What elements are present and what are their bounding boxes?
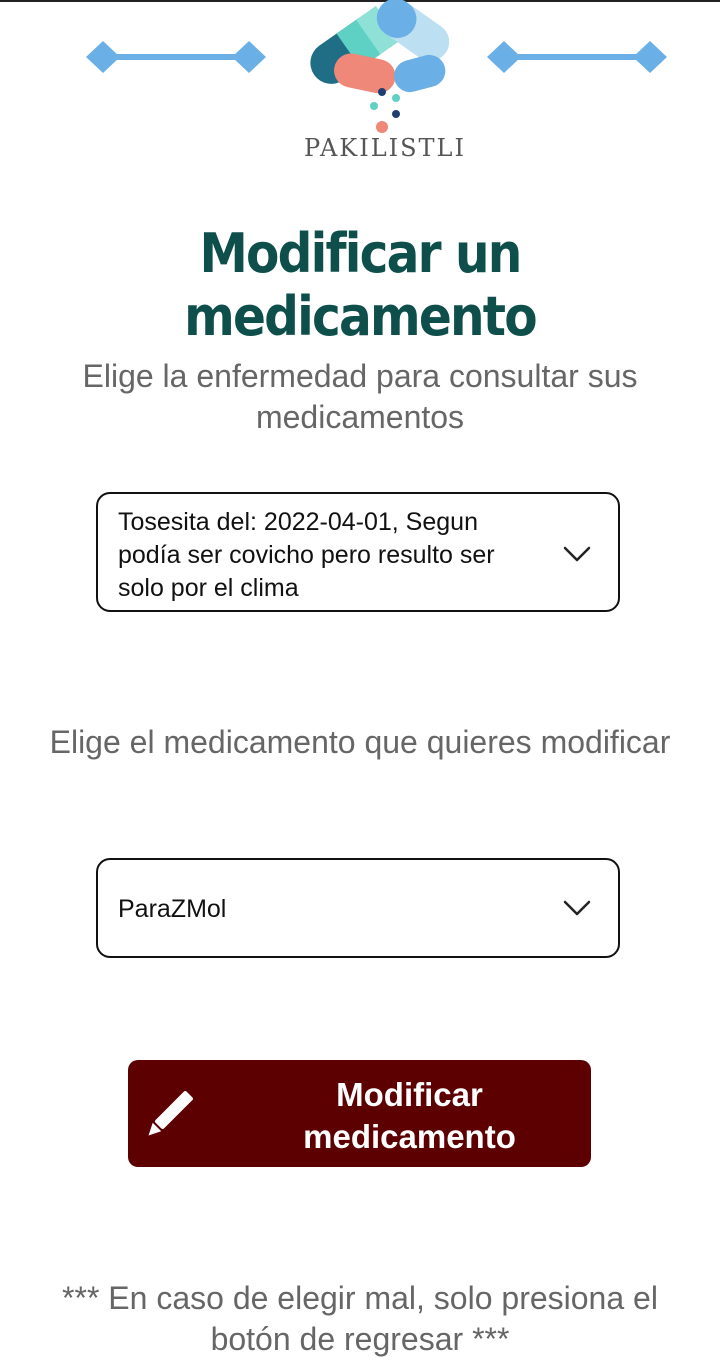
medication-select-value: ParaZMol xyxy=(118,895,227,923)
pills-logo-icon xyxy=(310,0,450,133)
illness-select-value: Tosesita del: 2022-04-01, Segun podía se… xyxy=(118,508,495,602)
chevron-down-icon xyxy=(563,546,591,562)
app-logo-text: PAKILISTLI xyxy=(304,134,466,162)
medication-prompt: Elige el medicamento que quieres modific… xyxy=(49,724,671,760)
modify-medication-button-label: Modificar medicamento xyxy=(303,1076,516,1155)
illness-prompt: Elige la enfermedad para consultar sus m… xyxy=(82,358,638,435)
pencil-icon xyxy=(148,1091,193,1136)
medication-select[interactable]: ParaZMol xyxy=(96,858,620,958)
footer-note: *** En caso de elegir mal, solo presiona… xyxy=(62,1280,658,1357)
page-title: Modificar un medicamento xyxy=(184,222,537,348)
modify-medication-button[interactable]: Modificar medicamento xyxy=(128,1060,591,1167)
chevron-down-icon xyxy=(563,900,591,916)
decorative-line-left xyxy=(86,41,266,73)
illness-select[interactable]: Tosesita del: 2022-04-01, Segun podía se… xyxy=(96,492,620,612)
decorative-line-right xyxy=(487,41,667,73)
